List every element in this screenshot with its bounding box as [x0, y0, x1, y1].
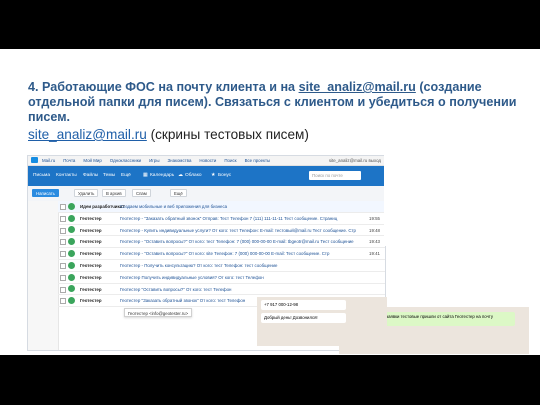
- nav-files[interactable]: Файлы: [83, 173, 98, 178]
- row-checkbox[interactable]: [60, 298, 66, 305]
- sender-avatar: [68, 214, 75, 222]
- row-checkbox[interactable]: [60, 204, 66, 210]
- sender-avatar: [68, 226, 75, 234]
- calendar-icon: ▦: [143, 173, 148, 178]
- row-subject: Геотестер Получить индивидуальные услови…: [120, 274, 264, 280]
- row-sender: Геотестер: [80, 262, 102, 268]
- chat-message-in-text: Добрый день! Дозвонился!: [264, 315, 318, 320]
- sender-avatar: [68, 297, 75, 305]
- chat-message-incoming: Добрый день! Дозвонился!: [261, 313, 346, 323]
- portal-link[interactable]: Одноклассники: [110, 158, 141, 163]
- chat-phone: +7 917 000-12-98: [261, 300, 346, 310]
- folder-sidebar: [28, 201, 59, 350]
- chat-screenshot-left: +7 917 000-12-98 Добрый день! Дозвонился…: [257, 297, 387, 346]
- slide: 4. Работающие ФОС на почту клиента и на …: [0, 49, 540, 355]
- mail-row[interactable]: Геотестер Геотестер - "Оставить вопросы?"…: [58, 248, 385, 260]
- row-subject: Создаем мобильные и веб приложения для б…: [120, 204, 228, 209]
- nav-bonus[interactable]: Бонус: [218, 173, 231, 178]
- mail-toolbar: Написать Удалить В архив Спам Ещё: [28, 186, 385, 202]
- portal-link[interactable]: Мой Мир: [83, 158, 101, 163]
- row-date: 19:48: [369, 227, 380, 233]
- portal-link[interactable]: Почта: [63, 158, 75, 163]
- sender-avatar: [68, 285, 75, 293]
- user-account[interactable]: site_analiz@mail.ru выход: [329, 158, 381, 163]
- mail-row[interactable]: Геотестер Геотестер - "Заказать обратный …: [58, 213, 385, 225]
- subheading-email-link[interactable]: site_analiz@mail.ru: [28, 127, 147, 142]
- row-subject: Геотестер "Заказать обратный звонок" От …: [120, 298, 246, 304]
- row-checkbox[interactable]: [60, 215, 66, 222]
- chat-phone-text: +7 917 000-12-98: [264, 302, 299, 307]
- sender-avatar: [68, 261, 75, 269]
- heading-text: 4. Работающие ФОС на почту клиента и на: [28, 80, 299, 94]
- row-sender: Геотестер: [80, 215, 102, 221]
- portal-link[interactable]: Поиск: [224, 158, 236, 163]
- mail-search-input[interactable]: Поиск по почте: [309, 171, 361, 180]
- row-subject: Геотестер - Получить консультацию? От ко…: [120, 262, 278, 268]
- blank-area: [384, 155, 534, 246]
- sender-avatar: [68, 238, 75, 246]
- slide-heading: 4. Работающие ФОС на почту клиента и на …: [28, 80, 528, 125]
- row-sender: Геотестер: [80, 298, 102, 304]
- mail-row[interactable]: Геотестер Геотестер - "Оставить вопросы?"…: [58, 236, 385, 249]
- row-checkbox[interactable]: [60, 286, 66, 293]
- delete-button[interactable]: Удалить: [74, 189, 99, 197]
- nav-contacts[interactable]: Контакты: [56, 173, 77, 178]
- portal-link[interactable]: Новости: [199, 158, 216, 163]
- row-sender: Геотестер: [80, 274, 102, 280]
- row-sender: Геотестер: [80, 251, 102, 257]
- row-subject: Геотестер - "Заказать обратный звонок" О…: [120, 215, 338, 221]
- archive-button[interactable]: В архив: [102, 189, 126, 197]
- row-subject: Геотестер - "Оставить вопросы?" От кого:…: [120, 251, 330, 257]
- row-subject: Геотестер - "Оставить вопросы?" От кого:…: [120, 239, 354, 245]
- row-checkbox[interactable]: [60, 274, 66, 281]
- sender-tooltip-text: Геотестер <info@geotester.ru>: [128, 311, 189, 316]
- row-subject: Геотестер - Купить индивидуальные услуги…: [120, 227, 356, 233]
- mailru-logo-icon: [31, 157, 38, 163]
- portal-link[interactable]: Mail.ru: [42, 158, 55, 163]
- portal-links: Mail.ru Почта Мой Мир Одноклассники Игры Знак…: [42, 158, 278, 163]
- row-checkbox[interactable]: [60, 262, 66, 269]
- spam-button[interactable]: Спам: [132, 189, 151, 197]
- nav-more[interactable]: Ещё: [121, 173, 131, 178]
- bonus-icon: ★: [211, 173, 216, 178]
- portal-link[interactable]: Знакомства: [168, 158, 192, 163]
- row-date: 19:55: [369, 215, 380, 221]
- mail-row[interactable]: Геотестер Геотестер - Получить консультац…: [58, 260, 385, 272]
- mail-row[interactable]: Геотестер Геотестер Получить индивидуальн…: [58, 272, 385, 284]
- row-checkbox[interactable]: [60, 251, 66, 258]
- mail-row[interactable]: Геотестер Геотестер "Оставить вопросы?" О…: [58, 284, 385, 296]
- row-sender: Геотестер: [80, 239, 102, 245]
- mail-navbar: Письма Контакты Файлы Темы Ещё ▦ Календа…: [28, 166, 385, 186]
- sender-avatar: [68, 249, 75, 257]
- sender-tooltip: Геотестер <info@geotester.ru>: [124, 308, 192, 317]
- slide-subheading: site_analiz@mail.ru (скрины тестовых пис…: [28, 127, 309, 142]
- nav-themes[interactable]: Темы: [103, 173, 115, 178]
- row-sender: Геотестер: [80, 286, 102, 292]
- mail-list: Идеи разработчика? Создаем мобильные и ве…: [58, 201, 385, 308]
- row-checkbox[interactable]: [60, 227, 66, 234]
- mail-row[interactable]: Геотестер Геотестер - Купить индивидуальн…: [58, 225, 385, 237]
- mail-row[interactable]: Идеи разработчика? Создаем мобильные и ве…: [58, 201, 385, 213]
- mail-topbar: Mail.ru Почта Мой Мир Одноклассники Игры Знак…: [28, 156, 385, 166]
- portal-link[interactable]: Игры: [149, 158, 159, 163]
- portal-link[interactable]: Все проекты: [245, 158, 271, 163]
- nav-cloud[interactable]: Облако: [185, 173, 202, 178]
- heading-email-link[interactable]: site_analiz@mail.ru: [299, 80, 416, 94]
- row-date: 19:41: [369, 251, 380, 257]
- row-date: 19:43: [369, 239, 380, 245]
- row-subject: Геотестер "Оставить вопросы?" От кого: т…: [120, 286, 232, 292]
- row-sender: Идеи разработчика?: [80, 204, 125, 209]
- compose-button[interactable]: Написать: [32, 189, 59, 197]
- row-sender: Геотестер: [80, 227, 102, 233]
- row-checkbox[interactable]: [60, 239, 66, 246]
- more-button[interactable]: Ещё: [170, 189, 187, 197]
- cloud-icon: ☁: [178, 173, 183, 178]
- subheading-text: (скрины тестовых писем): [146, 127, 309, 142]
- sender-avatar: [68, 202, 75, 210]
- sender-avatar: [68, 273, 75, 281]
- nav-letters[interactable]: Письма: [33, 173, 50, 178]
- nav-calendar[interactable]: Календарь: [150, 173, 174, 178]
